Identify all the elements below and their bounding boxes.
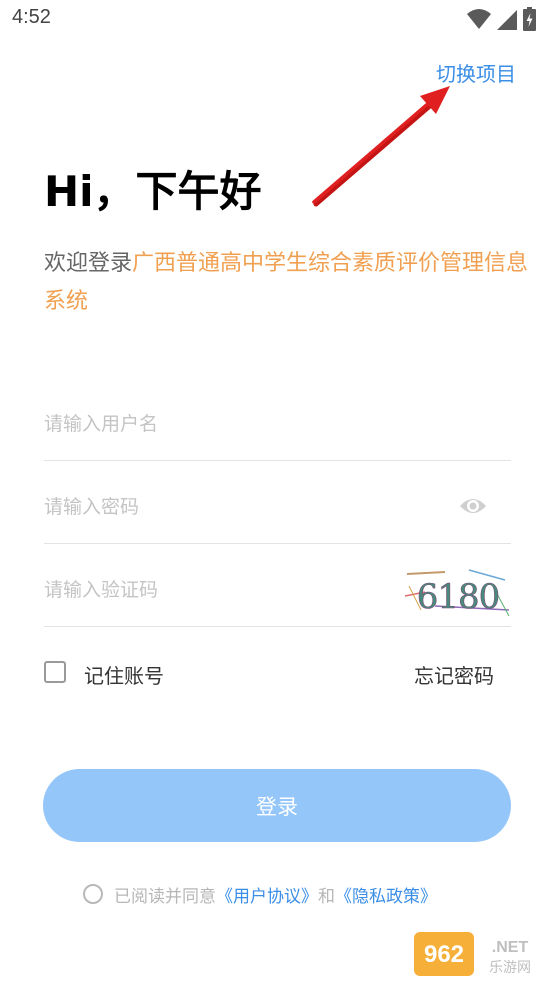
wifi-icon bbox=[467, 9, 491, 29]
watermark-logo: 962 .NET 乐游网 bbox=[414, 932, 531, 976]
eye-icon[interactable] bbox=[459, 494, 487, 518]
remember-checkbox[interactable] bbox=[44, 661, 66, 683]
status-time: 4:52 bbox=[12, 6, 51, 28]
watermark-site-name: 乐游网 bbox=[489, 960, 531, 976]
status-icons bbox=[467, 7, 536, 31]
captcha-field: 6180 bbox=[44, 546, 511, 627]
login-button[interactable]: 登录 bbox=[43, 769, 511, 842]
privacy-policy-link[interactable]: 《隐私政策》 bbox=[335, 882, 437, 907]
cell-signal-icon bbox=[497, 10, 517, 30]
red-arrow-annotation bbox=[312, 86, 450, 207]
battery-icon bbox=[523, 7, 536, 31]
watermark-domain: .NET bbox=[492, 939, 529, 956]
password-field bbox=[44, 463, 511, 544]
captcha-input[interactable] bbox=[44, 570, 444, 610]
login-label: 登录 bbox=[256, 794, 298, 819]
username-field bbox=[44, 380, 511, 461]
captcha-code: 6180 bbox=[417, 577, 500, 617]
remember-label[interactable]: 记住账号 bbox=[84, 660, 164, 689]
welcome-text: 欢迎登录广西普通高中学生综合素质评价管理信息系统 bbox=[44, 245, 534, 321]
greeting-title: Hi，下午好 bbox=[44, 167, 262, 216]
agreement-row: 已阅读并同意 《用户协议》 和 《隐私政策》 bbox=[83, 880, 437, 908]
agreement-radio[interactable] bbox=[83, 884, 103, 904]
welcome-prefix: 欢迎登录 bbox=[44, 251, 133, 276]
switch-project-link[interactable]: 切换项目 bbox=[436, 58, 516, 87]
user-agreement-link[interactable]: 《用户协议》 bbox=[216, 882, 318, 907]
remember-row: 记住账号 忘记密码 bbox=[44, 655, 494, 695]
captcha-image[interactable]: 6180 bbox=[405, 566, 511, 618]
password-input[interactable] bbox=[44, 487, 444, 527]
forgot-password-link[interactable]: 忘记密码 bbox=[414, 660, 494, 689]
watermark-number: 962 bbox=[424, 941, 464, 968]
agreement-prefix: 已阅读并同意 bbox=[114, 886, 216, 907]
status-bar: 4:52 bbox=[0, 0, 554, 38]
username-input[interactable] bbox=[44, 404, 444, 444]
agreement-and: 和 bbox=[318, 886, 335, 907]
